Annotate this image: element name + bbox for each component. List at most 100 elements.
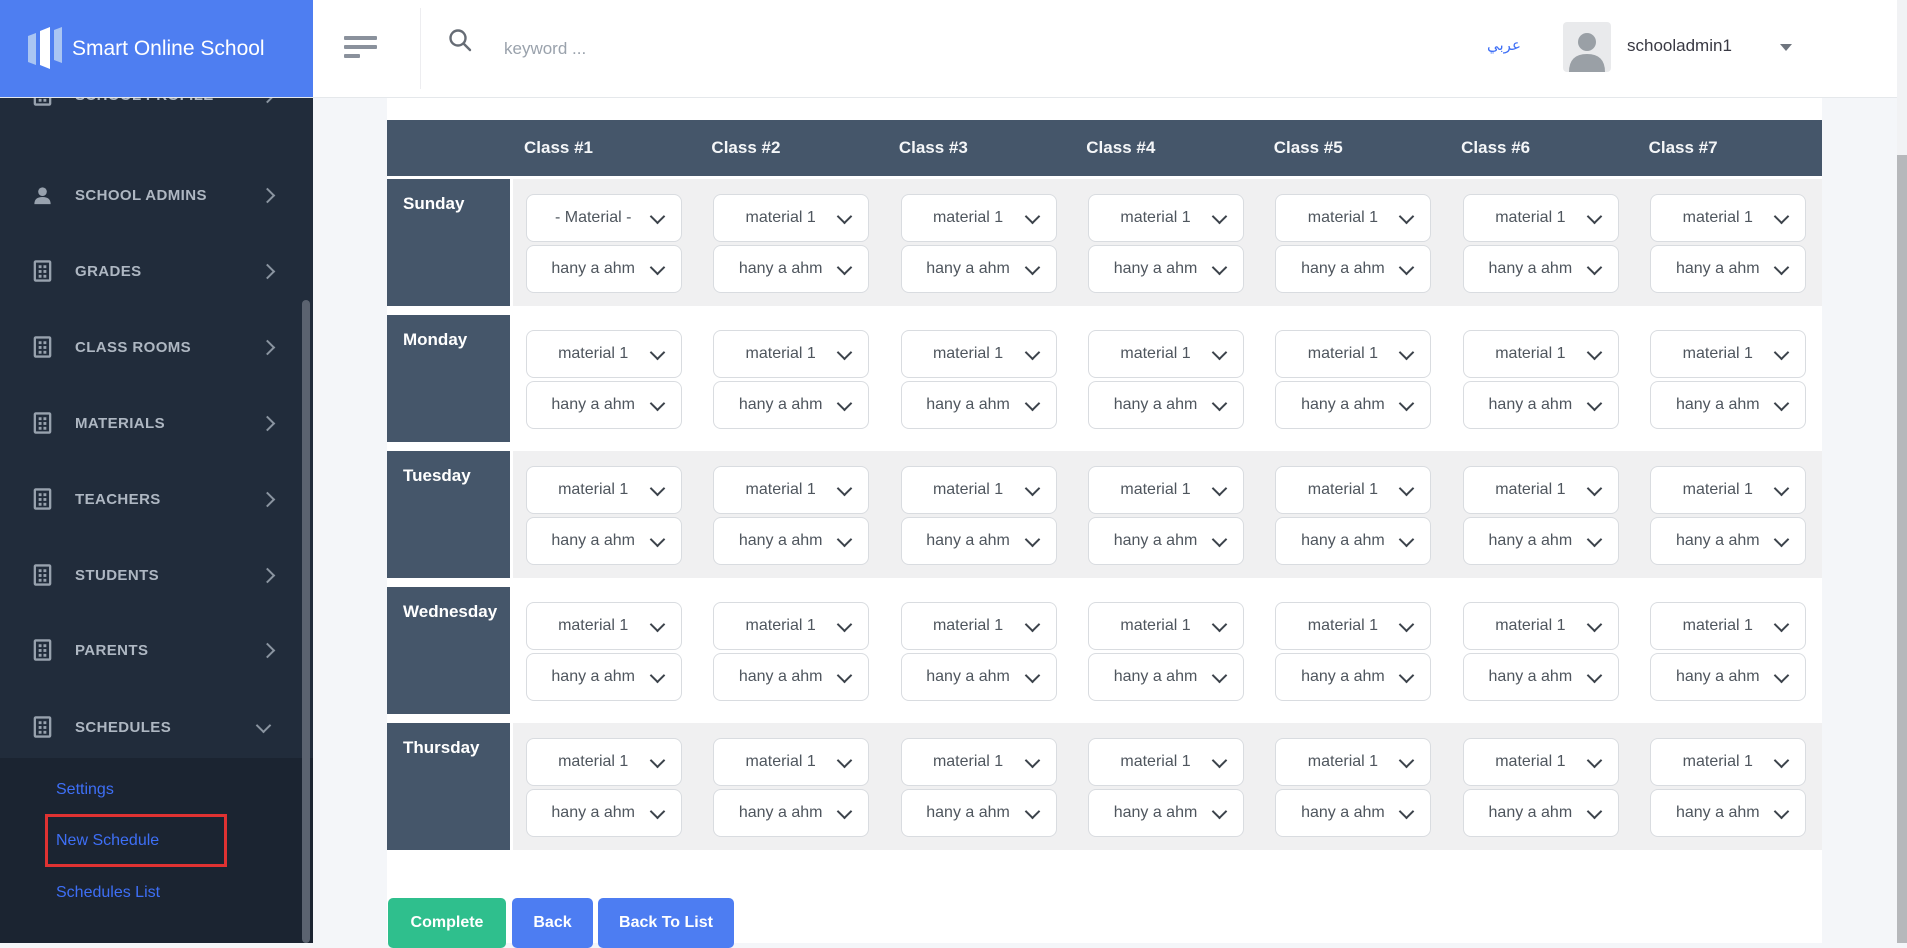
sidebar-item-class-rooms[interactable]: CLASS ROOMS xyxy=(0,332,313,362)
teacher-select-sunday-class2[interactable]: hany a ahm xyxy=(713,245,870,293)
teacher-select-thursday-class5[interactable]: hany a ahm xyxy=(1275,789,1432,837)
teacher-select-tuesday-class3[interactable]: hany a ahm xyxy=(900,517,1057,565)
material-select-tuesday-class1[interactable]: material 1 xyxy=(525,466,682,514)
chevron-right-icon xyxy=(259,567,276,583)
page-scrollbar[interactable] xyxy=(1897,0,1907,943)
day-label: Wednesday xyxy=(403,602,498,621)
material-select-tuesday-class7[interactable]: material 1 xyxy=(1650,466,1807,514)
material-select-sunday-class6[interactable]: material 1 xyxy=(1462,194,1619,242)
teacher-select-wednesday-class5[interactable]: hany a ahm xyxy=(1275,653,1432,701)
material-select-thursday-class6[interactable]: material 1 xyxy=(1462,738,1619,786)
material-select-tuesday-class4[interactable]: material 1 xyxy=(1088,466,1244,514)
select-value: material 1 xyxy=(745,481,816,498)
teacher-select-wednesday-class3[interactable]: hany a ahm xyxy=(900,653,1057,701)
user-avatar[interactable] xyxy=(1563,22,1611,72)
material-select-sunday-class5[interactable]: material 1 xyxy=(1275,194,1432,242)
material-select-monday-class5[interactable]: material 1 xyxy=(1275,330,1432,378)
sidebar-subitem-settings[interactable]: Settings xyxy=(56,778,114,802)
page-scrollbar-thumb[interactable] xyxy=(1897,155,1907,943)
user-menu-caret-icon[interactable] xyxy=(1780,44,1792,51)
sidebar-item-label: TEACHERS xyxy=(75,490,161,508)
material-select-thursday-class2[interactable]: material 1 xyxy=(713,738,870,786)
teacher-select-thursday-class6[interactable]: hany a ahm xyxy=(1462,789,1619,837)
sidebar-item-school-admins[interactable]: SCHOOL ADMINS xyxy=(0,180,313,210)
material-select-monday-class4[interactable]: material 1 xyxy=(1088,330,1244,378)
material-select-wednesday-class5[interactable]: material 1 xyxy=(1275,602,1432,650)
teacher-select-thursday-class1[interactable]: hany a ahm xyxy=(525,789,682,837)
material-select-tuesday-class6[interactable]: material 1 xyxy=(1462,466,1619,514)
sidebar-scrollbar-thumb[interactable] xyxy=(302,300,310,943)
teacher-select-sunday-class5[interactable]: hany a ahm xyxy=(1275,245,1432,293)
sidebar-subitem-schedules-list[interactable]: Schedules List xyxy=(56,881,160,905)
material-select-thursday-class3[interactable]: material 1 xyxy=(900,738,1057,786)
search-input[interactable] xyxy=(502,25,1066,73)
material-select-sunday-class7[interactable]: material 1 xyxy=(1650,194,1807,242)
material-select-sunday-class4[interactable]: material 1 xyxy=(1088,194,1244,242)
complete-button[interactable]: Complete xyxy=(388,898,506,948)
material-select-sunday-class3[interactable]: material 1 xyxy=(900,194,1057,242)
teacher-select-monday-class2[interactable]: hany a ahm xyxy=(713,381,870,429)
teacher-select-sunday-class6[interactable]: hany a ahm xyxy=(1462,245,1619,293)
teacher-select-monday-class3[interactable]: hany a ahm xyxy=(900,381,1057,429)
teacher-select-tuesday-class7[interactable]: hany a ahm xyxy=(1650,517,1807,565)
menu-toggle-button[interactable] xyxy=(344,36,378,60)
teacher-select-thursday-class4[interactable]: hany a ahm xyxy=(1088,789,1244,837)
material-select-sunday-class1[interactable]: - Material - xyxy=(525,194,682,242)
sidebar-item-students[interactable]: STUDENTS xyxy=(0,560,313,590)
sidebar-item-parents[interactable]: PARENTS xyxy=(0,635,313,665)
teacher-select-monday-class5[interactable]: hany a ahm xyxy=(1275,381,1432,429)
teacher-select-tuesday-class5[interactable]: hany a ahm xyxy=(1275,517,1432,565)
material-select-wednesday-class6[interactable]: material 1 xyxy=(1462,602,1619,650)
teacher-select-wednesday-class7[interactable]: hany a ahm xyxy=(1650,653,1807,701)
material-select-sunday-class2[interactable]: material 1 xyxy=(713,194,870,242)
sidebar-item-teachers[interactable]: TEACHERS xyxy=(0,484,313,514)
material-select-thursday-class7[interactable]: material 1 xyxy=(1650,738,1807,786)
teacher-select-sunday-class3[interactable]: hany a ahm xyxy=(900,245,1057,293)
sidebar-item-schedules[interactable]: SCHEDULES xyxy=(0,712,313,742)
teacher-select-tuesday-class1[interactable]: hany a ahm xyxy=(525,517,682,565)
username-label[interactable]: schooladmin1 xyxy=(1627,36,1732,56)
material-select-monday-class2[interactable]: material 1 xyxy=(713,330,870,378)
teacher-select-wednesday-class1[interactable]: hany a ahm xyxy=(525,653,682,701)
material-select-thursday-class5[interactable]: material 1 xyxy=(1275,738,1432,786)
material-select-monday-class6[interactable]: material 1 xyxy=(1462,330,1619,378)
teacher-select-monday-class1[interactable]: hany a ahm xyxy=(525,381,682,429)
material-select-wednesday-class7[interactable]: material 1 xyxy=(1650,602,1807,650)
teacher-select-thursday-class2[interactable]: hany a ahm xyxy=(713,789,870,837)
material-select-thursday-class1[interactable]: material 1 xyxy=(525,738,682,786)
material-select-monday-class1[interactable]: material 1 xyxy=(525,330,682,378)
sidebar-item-grades[interactable]: GRADES xyxy=(0,256,313,286)
teacher-select-sunday-class7[interactable]: hany a ahm xyxy=(1650,245,1807,293)
teacher-select-tuesday-class4[interactable]: hany a ahm xyxy=(1088,517,1244,565)
material-select-wednesday-class2[interactable]: material 1 xyxy=(713,602,870,650)
teacher-select-thursday-class7[interactable]: hany a ahm xyxy=(1650,789,1807,837)
back-button[interactable]: Back xyxy=(512,898,593,948)
material-select-tuesday-class3[interactable]: material 1 xyxy=(900,466,1057,514)
select-value: hany a ahm xyxy=(1675,260,1760,277)
material-select-wednesday-class3[interactable]: material 1 xyxy=(900,602,1057,650)
material-select-wednesday-class4[interactable]: material 1 xyxy=(1088,602,1244,650)
back-to-list-button[interactable]: Back To List xyxy=(598,898,734,948)
material-select-wednesday-class1[interactable]: material 1 xyxy=(525,602,682,650)
teacher-select-sunday-class4[interactable]: hany a ahm xyxy=(1088,245,1244,293)
material-select-monday-class3[interactable]: material 1 xyxy=(900,330,1057,378)
teacher-select-monday-class6[interactable]: hany a ahm xyxy=(1462,381,1619,429)
teacher-select-thursday-class3[interactable]: hany a ahm xyxy=(900,789,1057,837)
sidebar-item-materials[interactable]: MATERIALS xyxy=(0,408,313,438)
teacher-select-wednesday-class4[interactable]: hany a ahm xyxy=(1088,653,1244,701)
language-switch-link[interactable]: عربي xyxy=(1487,36,1521,54)
teacher-select-tuesday-class6[interactable]: hany a ahm xyxy=(1462,517,1619,565)
teacher-select-wednesday-class2[interactable]: hany a ahm xyxy=(713,653,870,701)
column-header-class-7: Class #7 xyxy=(1648,138,1718,157)
teacher-select-tuesday-class2[interactable]: hany a ahm xyxy=(713,517,870,565)
material-select-thursday-class4[interactable]: material 1 xyxy=(1088,738,1244,786)
column-header-class-2: Class #2 xyxy=(711,138,781,157)
material-select-monday-class7[interactable]: material 1 xyxy=(1650,330,1807,378)
teacher-select-monday-class4[interactable]: hany a ahm xyxy=(1088,381,1244,429)
teacher-select-sunday-class1[interactable]: hany a ahm xyxy=(525,245,682,293)
brand-block[interactable]: Smart Online School xyxy=(0,0,313,97)
material-select-tuesday-class5[interactable]: material 1 xyxy=(1275,466,1432,514)
teacher-select-wednesday-class6[interactable]: hany a ahm xyxy=(1462,653,1619,701)
material-select-tuesday-class2[interactable]: material 1 xyxy=(713,466,870,514)
teacher-select-monday-class7[interactable]: hany a ahm xyxy=(1650,381,1807,429)
